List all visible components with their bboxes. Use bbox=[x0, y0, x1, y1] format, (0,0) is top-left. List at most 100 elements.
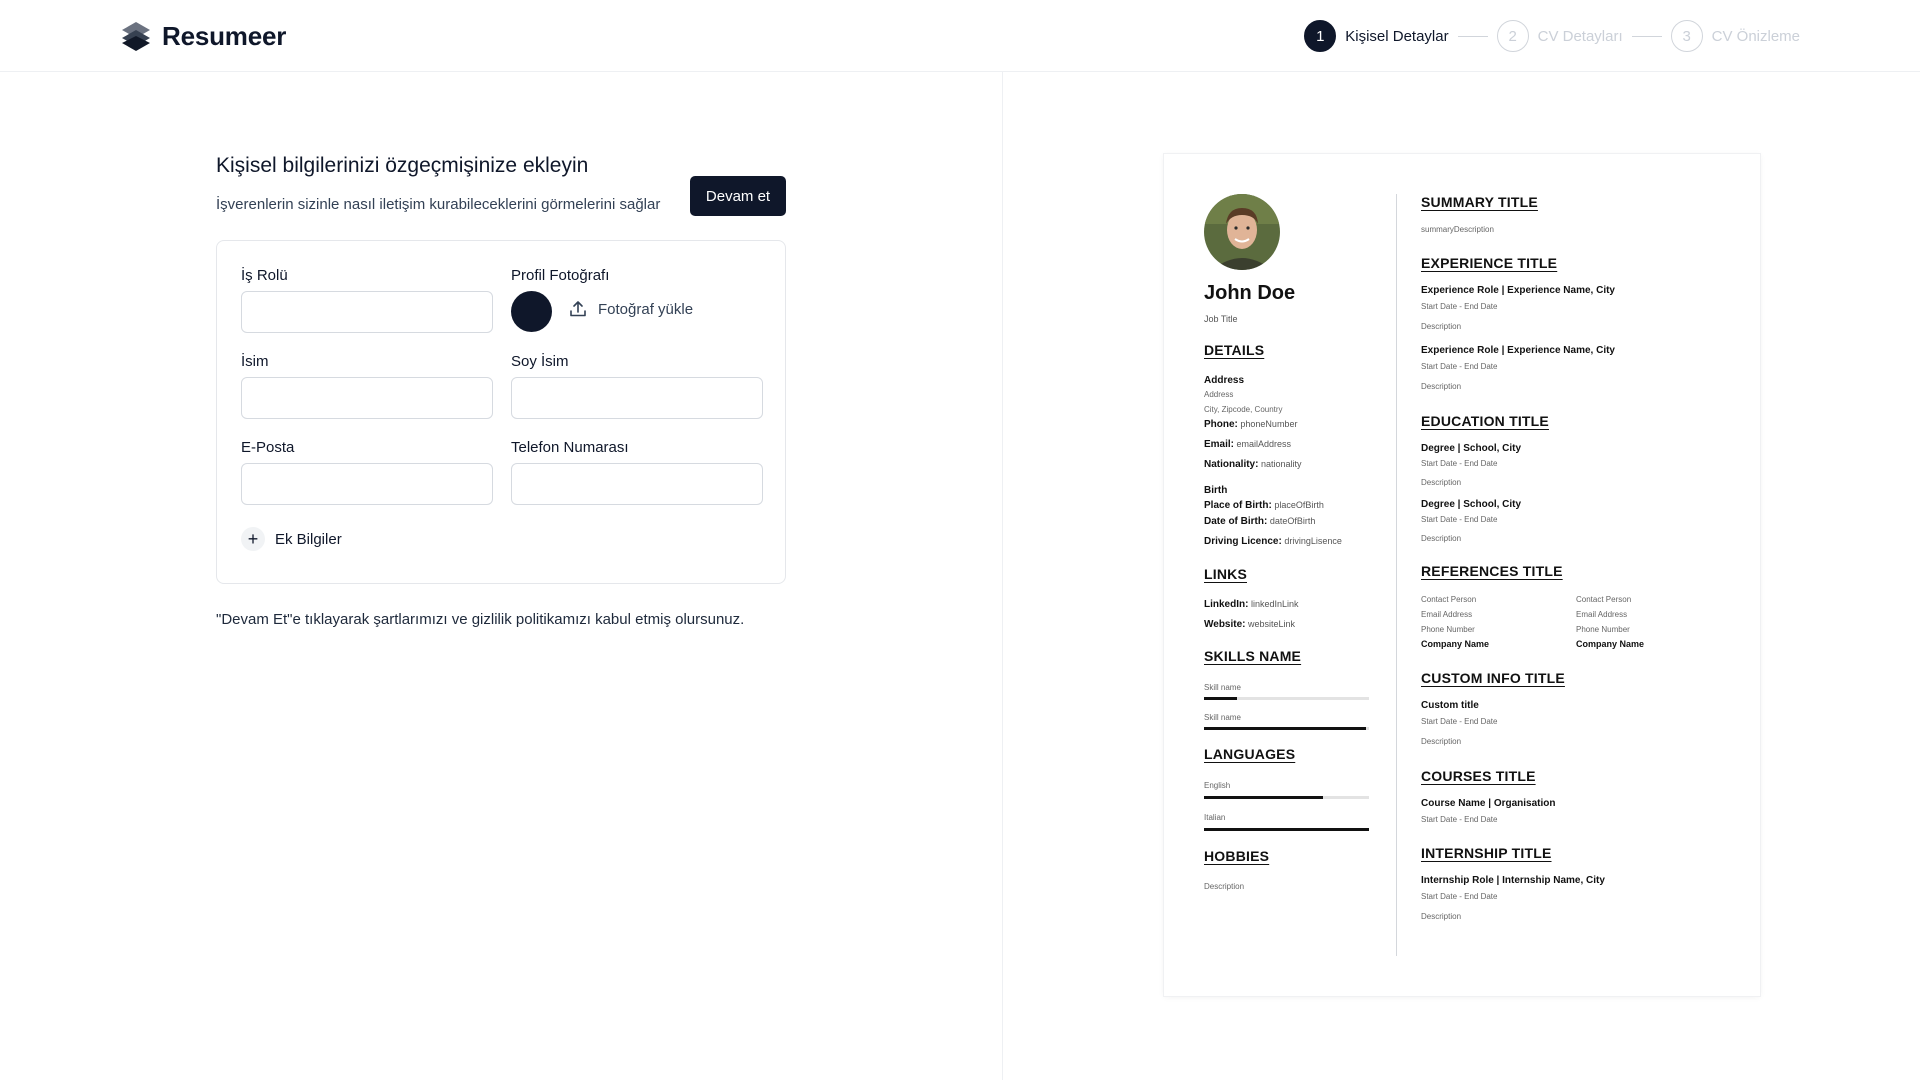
custom-info-dates: Start Date - End Date bbox=[1421, 717, 1498, 726]
profile-photo-label: Profil Fotoğrafı bbox=[511, 267, 610, 284]
skill-level-fill bbox=[1204, 697, 1237, 700]
first-name-input[interactable] bbox=[241, 377, 493, 419]
date-of-birth-label: Date of Birth: bbox=[1204, 516, 1268, 527]
driving-licence-label: Driving Licence: bbox=[1204, 536, 1282, 547]
job-role-input[interactable] bbox=[241, 291, 493, 333]
step-connector bbox=[1457, 35, 1488, 37]
reference-phone: Phone Number bbox=[1421, 625, 1475, 634]
education-description: Description bbox=[1421, 478, 1462, 487]
experience-dates: Start Date - End Date bbox=[1421, 362, 1498, 371]
experience-title: Experience Role | Experience Name, City bbox=[1421, 345, 1615, 356]
phone-label: Phone: bbox=[1204, 419, 1238, 430]
birth-label: Birth bbox=[1204, 485, 1228, 496]
language-name: English bbox=[1204, 781, 1231, 790]
nationality-value: nationality bbox=[1260, 459, 1302, 469]
first-name-label: İsim bbox=[241, 353, 269, 370]
reference-person: Contact Person bbox=[1421, 595, 1477, 604]
nationality-label: Nationality: bbox=[1204, 459, 1259, 470]
experience-description: Description bbox=[1421, 322, 1462, 331]
terms-notice: "Devam Et"e tıklayarak şartlarımızı ve g… bbox=[216, 611, 745, 628]
resume-job-title: Job Title bbox=[1204, 314, 1238, 324]
email-label: Email: bbox=[1204, 439, 1235, 450]
additional-info-button[interactable]: + Ek Bilgiler bbox=[241, 527, 342, 551]
reference-company: Company Name bbox=[1421, 639, 1490, 649]
top-header: Resumeer 1 Kişisel Detaylar 2 CV Detayla… bbox=[0, 0, 1920, 72]
reference-company: Company Name bbox=[1576, 639, 1645, 649]
website-value: websiteLink bbox=[1248, 619, 1296, 629]
hobbies-description: Description bbox=[1204, 882, 1245, 891]
email-input[interactable] bbox=[241, 463, 493, 505]
education-title: Degree | School, City bbox=[1421, 443, 1522, 454]
skill-level-bar bbox=[1204, 697, 1369, 700]
plus-icon: + bbox=[241, 527, 265, 551]
resume-column-divider bbox=[1396, 194, 1397, 956]
personal-info-card: İş Rolü Profil Fotoğrafı Fotoğraf yükle … bbox=[216, 240, 786, 584]
summary-description: summaryDescription bbox=[1421, 225, 1494, 234]
skills-heading: SKILLS NAME bbox=[1204, 648, 1302, 664]
linkedin-label: LinkedIn: bbox=[1204, 599, 1249, 610]
address-value: Address bbox=[1204, 390, 1234, 399]
skill-name: Skill name bbox=[1204, 683, 1241, 692]
step-cv-preview[interactable]: 3 CV Önizleme bbox=[1670, 20, 1800, 52]
reference-person: Contact Person bbox=[1576, 595, 1632, 604]
reference-email: Email Address bbox=[1421, 610, 1473, 619]
linkedin-value: linkedInLink bbox=[1250, 599, 1299, 609]
phone-input[interactable] bbox=[511, 463, 763, 505]
phone-label: Telefon Numarası bbox=[511, 439, 629, 456]
website-label: Website: bbox=[1204, 619, 1246, 630]
step-number: 1 bbox=[1304, 20, 1337, 52]
profile-photo bbox=[1204, 194, 1280, 270]
step-number: 3 bbox=[1670, 20, 1703, 52]
education-description: Description bbox=[1421, 534, 1462, 543]
city-value: City, Zipcode, Country bbox=[1204, 405, 1283, 414]
upload-photo-button[interactable]: Fotoğraf yükle bbox=[568, 299, 693, 319]
custom-info-description: Description bbox=[1421, 737, 1462, 746]
job-role-label: İş Rolü bbox=[241, 267, 288, 284]
profile-photo-image bbox=[1204, 194, 1280, 270]
custom-info-heading: CUSTOM INFO TITLE bbox=[1421, 670, 1565, 686]
step-personal-details[interactable]: 1 Kişisel Detaylar bbox=[1304, 20, 1449, 52]
internship-description: Description bbox=[1421, 912, 1462, 921]
education-heading: EDUCATION TITLE bbox=[1421, 413, 1549, 429]
courses-heading: COURSES TITLE bbox=[1421, 768, 1536, 784]
last-name-label: Soy İsim bbox=[511, 353, 569, 370]
links-heading: LINKS bbox=[1204, 566, 1247, 582]
custom-info-title: Custom title bbox=[1421, 700, 1479, 711]
languages-heading: LANGUAGES bbox=[1204, 746, 1296, 762]
internship-heading: INTERNSHIP TITLE bbox=[1421, 845, 1552, 861]
upload-photo-label: Fotoğraf yükle bbox=[598, 300, 694, 318]
skill-name: Skill name bbox=[1204, 713, 1241, 722]
phone-value: phoneNumber bbox=[1240, 419, 1298, 429]
language-name: Italian bbox=[1204, 813, 1226, 822]
progress-stepper: 1 Kişisel Detaylar 2 CV Detayları 3 CV Ö… bbox=[1304, 20, 1800, 52]
address-label: Address bbox=[1204, 375, 1245, 386]
language-level-bar bbox=[1204, 828, 1369, 831]
education-dates: Start Date - End Date bbox=[1421, 515, 1498, 524]
avatar[interactable] bbox=[511, 291, 552, 332]
place-of-birth-label: Place of Birth: bbox=[1204, 500, 1272, 511]
last-name-input[interactable] bbox=[511, 377, 763, 419]
language-level-bar bbox=[1204, 796, 1369, 799]
continue-button[interactable]: Devam et bbox=[690, 176, 786, 216]
step-label: CV Önizleme bbox=[1711, 27, 1800, 45]
details-heading: DETAILS bbox=[1204, 342, 1265, 358]
date-of-birth-value: dateOfBirth bbox=[1269, 516, 1316, 526]
form-subtitle: İşverenlerin sizinle nasıl iletişim kura… bbox=[216, 196, 661, 213]
form-title: Kişisel bilgilerinizi özgeçmişinize ekle… bbox=[216, 154, 589, 177]
app-logo[interactable]: Resumeer bbox=[120, 20, 286, 52]
email-label: E-Posta bbox=[241, 439, 295, 456]
education-dates: Start Date - End Date bbox=[1421, 459, 1498, 468]
language-level-fill bbox=[1204, 828, 1369, 831]
email-value: emailAddress bbox=[1236, 439, 1292, 449]
step-number: 2 bbox=[1496, 20, 1529, 52]
hobbies-heading: HOBBIES bbox=[1204, 848, 1270, 864]
reference-email: Email Address bbox=[1576, 610, 1628, 619]
experience-title: Experience Role | Experience Name, City bbox=[1421, 285, 1615, 296]
resume-name: John Doe bbox=[1204, 282, 1296, 304]
step-cv-details[interactable]: 2 CV Detayları bbox=[1496, 20, 1623, 52]
references-heading: REFERENCES TITLE bbox=[1421, 563, 1563, 579]
driving-licence-value: drivingLisence bbox=[1284, 536, 1342, 546]
additional-info-label: Ek Bilgiler bbox=[275, 530, 342, 548]
internship-title: Internship Role | Internship Name, City bbox=[1421, 875, 1605, 886]
experience-dates: Start Date - End Date bbox=[1421, 302, 1498, 311]
